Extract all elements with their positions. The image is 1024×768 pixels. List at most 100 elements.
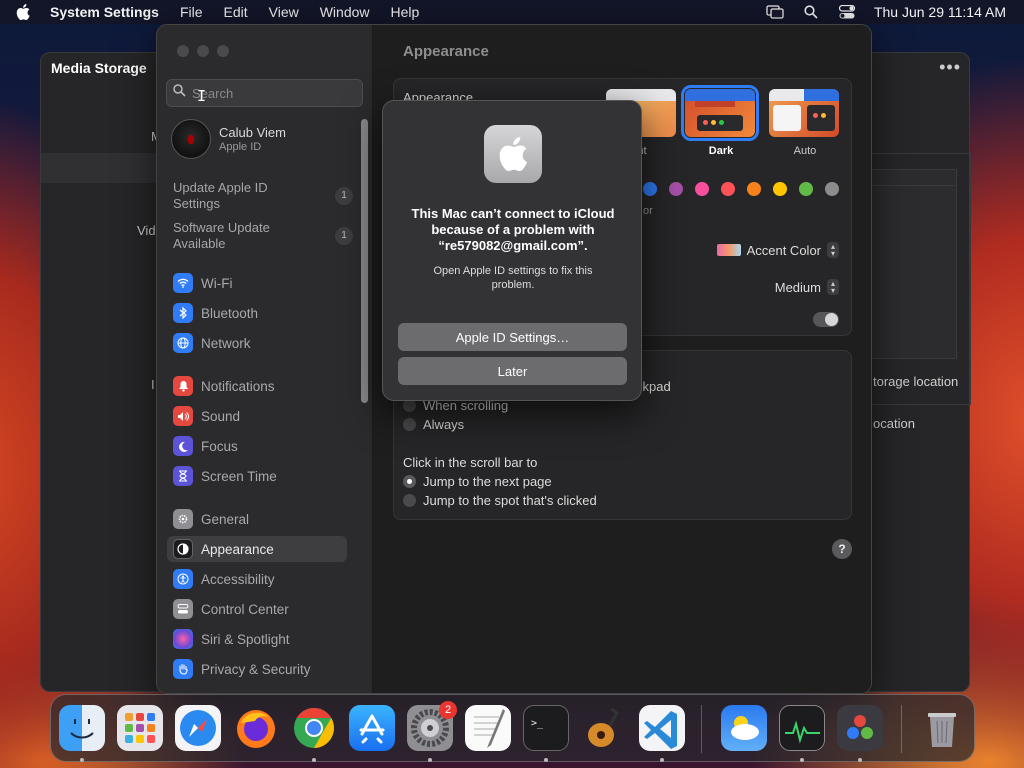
accent-swatch-green[interactable] — [799, 182, 813, 196]
apple-id-settings-button[interactable]: Apple ID Settings… — [398, 323, 627, 351]
sidebar-item-label: Sound — [201, 408, 241, 424]
sidebar-item-label: Siri & Spotlight — [201, 631, 290, 647]
theme-auto[interactable]: Auto — [769, 89, 841, 157]
sidebar-item-bluetooth[interactable]: Bluetooth — [167, 300, 347, 326]
partial-label: or — [643, 205, 653, 217]
vscode-icon[interactable] — [639, 705, 685, 751]
textedit-icon[interactable] — [465, 705, 511, 751]
radio-button[interactable] — [403, 494, 416, 507]
system-settings-icon[interactable]: 2 — [407, 701, 457, 751]
zoom-button[interactable] — [217, 45, 229, 57]
theme-auto-preview — [769, 89, 839, 137]
sidebar-item-wifi[interactable]: Wi-Fi — [167, 270, 347, 296]
accessibility-icon — [173, 569, 193, 589]
highlight-color-popup[interactable]: Accent Color ▴ ▾ — [716, 242, 839, 258]
wallpaper-tinting-toggle[interactable] — [813, 312, 839, 327]
accent-swatch-pink[interactable] — [695, 182, 709, 196]
help-button[interactable]: ? — [832, 539, 852, 559]
sidebar-item-general[interactable]: General — [167, 506, 347, 532]
alert-heading: This Mac can’t connect to iCloud because… — [411, 206, 615, 253]
appearance-icon — [173, 539, 193, 559]
menu-window[interactable]: Window — [320, 4, 370, 20]
sidebar-item-siri-spotlight[interactable]: Siri & Spotlight — [167, 626, 347, 652]
moon-icon — [173, 436, 193, 456]
later-button[interactable]: Later — [398, 357, 627, 385]
close-button[interactable] — [177, 45, 189, 57]
theme-dark[interactable]: Dark — [681, 85, 759, 157]
finder-icon[interactable] — [59, 705, 105, 751]
screen-mirroring-icon[interactable] — [766, 4, 784, 20]
software-update-notice[interactable]: Software Update Available 1 — [173, 220, 353, 252]
sidebar-item-screen-time[interactable]: Screen Time — [167, 463, 347, 489]
chrome-icon[interactable] — [291, 705, 337, 751]
sidebar-item-label: Privacy & Security — [201, 661, 311, 677]
accent-swatch-purple[interactable] — [669, 182, 683, 196]
notification-badge: 2 — [439, 701, 457, 719]
accent-swatch-red[interactable] — [721, 182, 735, 196]
dock-separator — [901, 705, 902, 753]
gear-icon — [173, 509, 193, 529]
launchpad-icon[interactable] — [117, 705, 163, 751]
click-scroll-bar-label: Click in the scroll bar to — [403, 455, 538, 470]
app-store-icon[interactable] — [349, 705, 395, 751]
spotlight-search-icon[interactable] — [802, 4, 820, 20]
minimize-button[interactable] — [197, 45, 209, 57]
sidebar-scrollbar[interactable] — [361, 119, 368, 403]
sidebar-item-sound[interactable]: Sound — [167, 403, 347, 429]
search-field[interactable] — [166, 79, 363, 107]
running-indicator — [80, 758, 84, 762]
account-name: Calub Viem — [219, 125, 286, 140]
accent-swatch-yellow[interactable] — [773, 182, 787, 196]
safari-icon[interactable] — [175, 705, 221, 751]
menu-app-name[interactable]: System Settings — [50, 4, 159, 20]
sidebar-item-label: Wi-Fi — [201, 275, 233, 291]
more-options-icon[interactable]: ••• — [939, 57, 961, 78]
davinci-icon[interactable] — [837, 705, 883, 751]
sidebar-icon-size-popup[interactable]: Medium ▴ ▾ — [775, 279, 839, 295]
activity-monitor-icon[interactable] — [779, 705, 825, 751]
radio-jump-to-spot[interactable]: Jump to the spot that's clicked — [403, 493, 597, 508]
sidebar-item-control-center[interactable]: Control Center — [167, 596, 347, 622]
weather-icon[interactable] — [721, 705, 767, 751]
storage-list — [869, 169, 957, 359]
running-indicator — [660, 758, 664, 762]
apple-logo-icon — [484, 125, 542, 183]
menu-clock[interactable]: Thu Jun 29 11:14 AM — [874, 4, 1006, 20]
highlight-color-value: Accent Color — [746, 242, 821, 258]
menu-help[interactable]: Help — [391, 4, 420, 20]
sidebar-item-focus[interactable]: Focus — [167, 433, 347, 459]
sidebar-item-appearance[interactable]: Appearance — [167, 536, 347, 562]
apple-menu-icon[interactable] — [16, 4, 36, 20]
menu-file[interactable]: File — [180, 4, 203, 20]
sidebar-item-accessibility[interactable]: Accessibility — [167, 566, 347, 592]
siri-icon — [173, 629, 193, 649]
radio-button[interactable] — [403, 475, 416, 488]
account-subtitle: Apple ID — [219, 141, 262, 153]
terminal-icon[interactable]: >_ — [523, 705, 569, 751]
radio-jump-next-page[interactable]: Jump to the next page — [403, 474, 552, 489]
garageband-icon[interactable] — [581, 705, 627, 751]
accent-color-swatches — [643, 182, 839, 196]
accent-swatch-blue[interactable] — [643, 182, 657, 196]
radio-button[interactable] — [403, 418, 416, 431]
apple-id-account[interactable]: Calub Viem Apple ID — [171, 119, 286, 159]
sidebar-item-notifications[interactable]: Notifications — [167, 373, 347, 399]
sidebar-item-privacy-security[interactable]: Privacy & Security — [167, 656, 347, 682]
theme-dark-preview — [681, 85, 759, 141]
trash-icon[interactable] — [919, 705, 965, 751]
update-apple-id-notice[interactable]: Update Apple ID Settings 1 — [173, 180, 353, 212]
firefox-icon[interactable] — [233, 705, 279, 751]
menu-edit[interactable]: Edit — [224, 4, 248, 20]
wifi-icon — [173, 273, 193, 293]
control-center-icon[interactable] — [838, 4, 856, 20]
location-label: ocation — [873, 416, 915, 431]
menu-view[interactable]: View — [269, 4, 299, 20]
accent-swatch-orange[interactable] — [747, 182, 761, 196]
sidebar: I Calub Viem Apple ID Update Apple ID Se… — [157, 25, 373, 693]
storage-location-label: torage location — [873, 374, 959, 389]
sidebar-item-network[interactable]: Network — [167, 330, 347, 356]
hand-icon — [173, 659, 193, 679]
search-input[interactable] — [192, 85, 352, 101]
radio-always[interactable]: Always — [403, 417, 464, 432]
accent-swatch-graphite[interactable] — [825, 182, 839, 196]
